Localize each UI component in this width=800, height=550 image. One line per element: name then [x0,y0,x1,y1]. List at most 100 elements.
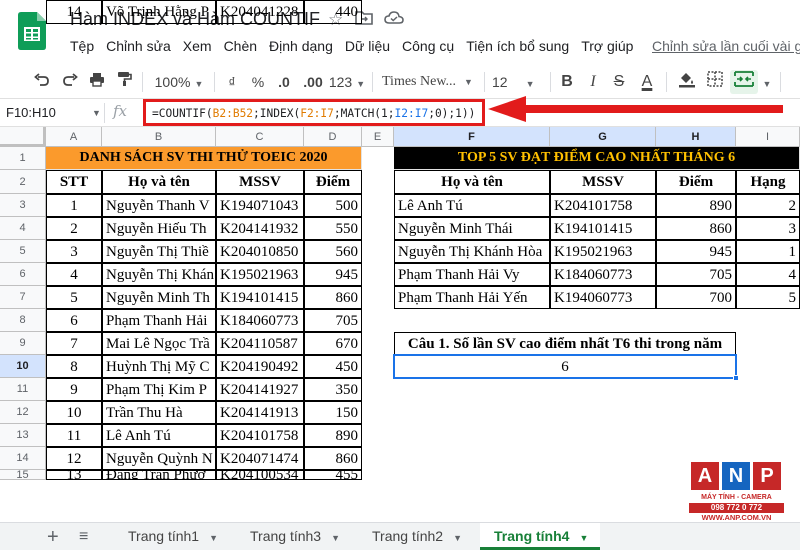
right-table-cell[interactable]: 860 [656,217,736,240]
left-table-cell[interactable]: 500 [304,194,362,217]
row-header-12[interactable]: 12 [0,401,46,424]
left-table-cell[interactable]: 1 [46,194,102,217]
formula-input[interactable]: =COUNTIF(B2:B52;INDEX(F2:I7;MATCH(1;I2:I… [143,99,485,126]
left-table-cell[interactable]: 450 [304,355,362,378]
left-table-cell[interactable]: Trần Thu Hà [102,401,216,424]
column-header-b[interactable]: B [102,127,216,147]
row-header-4[interactable]: 4 [0,217,46,240]
left-table-cell[interactable]: Nguyễn Thị Thiề [102,240,216,263]
left-table-cell[interactable]: K204010850 [216,240,304,263]
borders-icon[interactable] [704,70,726,94]
left-table-cell[interactable]: K204041228 [216,0,304,24]
right-table-cell[interactable]: Phạm Thanh Hải Vy [394,263,550,286]
left-table-cell[interactable]: K204101758 [216,424,304,447]
row-header-2[interactable]: 2 [0,170,46,194]
name-box-chevron-down-icon[interactable]: ▼ [92,103,101,123]
menu-data[interactable]: Dữ liệu [345,38,390,58]
left-table-cell[interactable]: K204071474 [216,447,304,470]
menu-insert[interactable]: Chèn [224,38,257,58]
left-table-cell[interactable]: 945 [304,263,362,286]
right-table-cell[interactable]: K195021963 [550,240,656,263]
row-header-14[interactable]: 14 [0,447,46,470]
left-table-cell[interactable]: 10 [46,401,102,424]
right-table-cell[interactable]: 705 [656,263,736,286]
menu-edit[interactable]: Chỉnh sửa [106,38,171,58]
right-table-cell[interactable]: 3 [736,217,800,240]
left-table-cell[interactable]: 9 [46,378,102,401]
percent-format-button[interactable]: % [248,70,268,94]
right-table-cell[interactable]: Phạm Thanh Hải Yến [394,286,550,309]
add-sheet-plus-icon[interactable]: + [47,526,59,548]
bold-button[interactable]: B [558,70,576,94]
font-family-select[interactable]: Times New... ▼ [382,70,478,94]
left-table-cell[interactable]: 440 [304,0,362,24]
question-label[interactable]: Câu 1. Số lần SV cao điểm nhất T6 thi tr… [394,332,736,355]
right-header-score[interactable]: Điểm [656,170,736,194]
paint-format-icon[interactable] [114,70,134,94]
right-table-cell[interactable]: 4 [736,263,800,286]
left-table-cell[interactable]: Huỳnh Thị Mỹ C [102,355,216,378]
more-formats-select[interactable]: 123 ▼ [328,70,366,94]
left-table-cell[interactable]: K204110587 [216,332,304,355]
left-table-cell[interactable]: Nguyễn Thị Khán [102,263,216,286]
last-edit-link[interactable]: Chỉnh sửa lần cuối vài giây [652,38,800,54]
row-header-5[interactable]: 5 [0,240,46,263]
left-table-cell[interactable]: 12 [46,447,102,470]
left-table-cell[interactable]: 7 [46,332,102,355]
left-table-cell[interactable]: 13 [46,470,102,480]
redo-icon[interactable] [60,70,80,94]
print-icon[interactable] [87,70,107,94]
row-header-15[interactable]: 15 [0,469,46,481]
all-sheets-menu-icon[interactable]: ≡ [79,527,88,547]
left-table-cell[interactable]: 5 [46,286,102,309]
menu-help[interactable]: Trợ giúp [581,38,633,58]
text-color-button[interactable]: A [638,70,656,94]
right-table-cell[interactable]: Nguyễn Thị Khánh Hòa [394,240,550,263]
column-header-d[interactable]: D [304,127,362,147]
left-table-cell[interactable]: 150 [304,401,362,424]
menu-format[interactable]: Định dạng [269,38,333,58]
right-table-title[interactable]: TOP 5 SV ĐẠT ĐIỂM CAO NHẤT THÁNG 6 [394,147,800,170]
right-table-cell[interactable]: Lê Anh Tú [394,194,550,217]
left-table-cell[interactable]: 860 [304,286,362,309]
column-header-c[interactable]: C [216,127,304,147]
column-header-i[interactable]: I [736,127,800,147]
row-header-9[interactable]: 9 [0,332,46,355]
row-header-13[interactable]: 13 [0,424,46,447]
row-header-10[interactable]: 10 [0,355,46,378]
left-header-stt[interactable]: STT [46,170,102,194]
right-table-cell[interactable]: 890 [656,194,736,217]
row-header-8[interactable]: 8 [0,309,46,332]
left-header-mssv[interactable]: MSSV [216,170,304,194]
sheet-tab-4-active[interactable]: Trang tính4 ▼ [480,523,600,550]
left-table-cell[interactable]: Nguyễn Quỳnh N [102,447,216,470]
left-table-cell[interactable]: Phạm Thanh Hải [102,309,216,332]
currency-format-button[interactable]: ₫ [222,70,242,94]
left-table-cell[interactable]: 2 [46,217,102,240]
left-table-cell[interactable]: Võ Trịnh Hằng P [102,0,216,24]
left-table-cell[interactable]: 3 [46,240,102,263]
left-table-cell[interactable]: 14 [46,0,102,24]
column-header-g[interactable]: G [550,127,656,147]
left-table-cell[interactable]: 890 [304,424,362,447]
left-table-cell[interactable]: Lê Anh Tú [102,424,216,447]
left-table-cell[interactable]: Phạm Thị Kim P [102,378,216,401]
right-header-rank[interactable]: Hạng [736,170,800,194]
left-table-cell[interactable]: 4 [46,263,102,286]
left-table-cell[interactable]: K194101415 [216,286,304,309]
merge-options-chevron-down-icon[interactable]: ▼ [760,70,774,94]
name-box[interactable]: F10:H10 ▼ [6,103,101,123]
right-table-cell[interactable]: 1 [736,240,800,263]
left-table-cell[interactable]: K204190492 [216,355,304,378]
left-header-name[interactable]: Họ và tên [102,170,216,194]
italic-button[interactable]: I [584,70,602,94]
menu-view[interactable]: Xem [183,38,212,58]
left-table-cell[interactable]: 550 [304,217,362,240]
left-table-cell[interactable]: 350 [304,378,362,401]
left-table-title[interactable]: DANH SÁCH SV THI THỬ TOEIC 2020 [46,147,362,170]
sheets-logo-icon[interactable] [18,12,46,50]
right-table-cell[interactable]: K184060773 [550,263,656,286]
column-header-h[interactable]: H [656,127,736,147]
row-header-7[interactable]: 7 [0,286,46,309]
left-table-cell[interactable]: 670 [304,332,362,355]
